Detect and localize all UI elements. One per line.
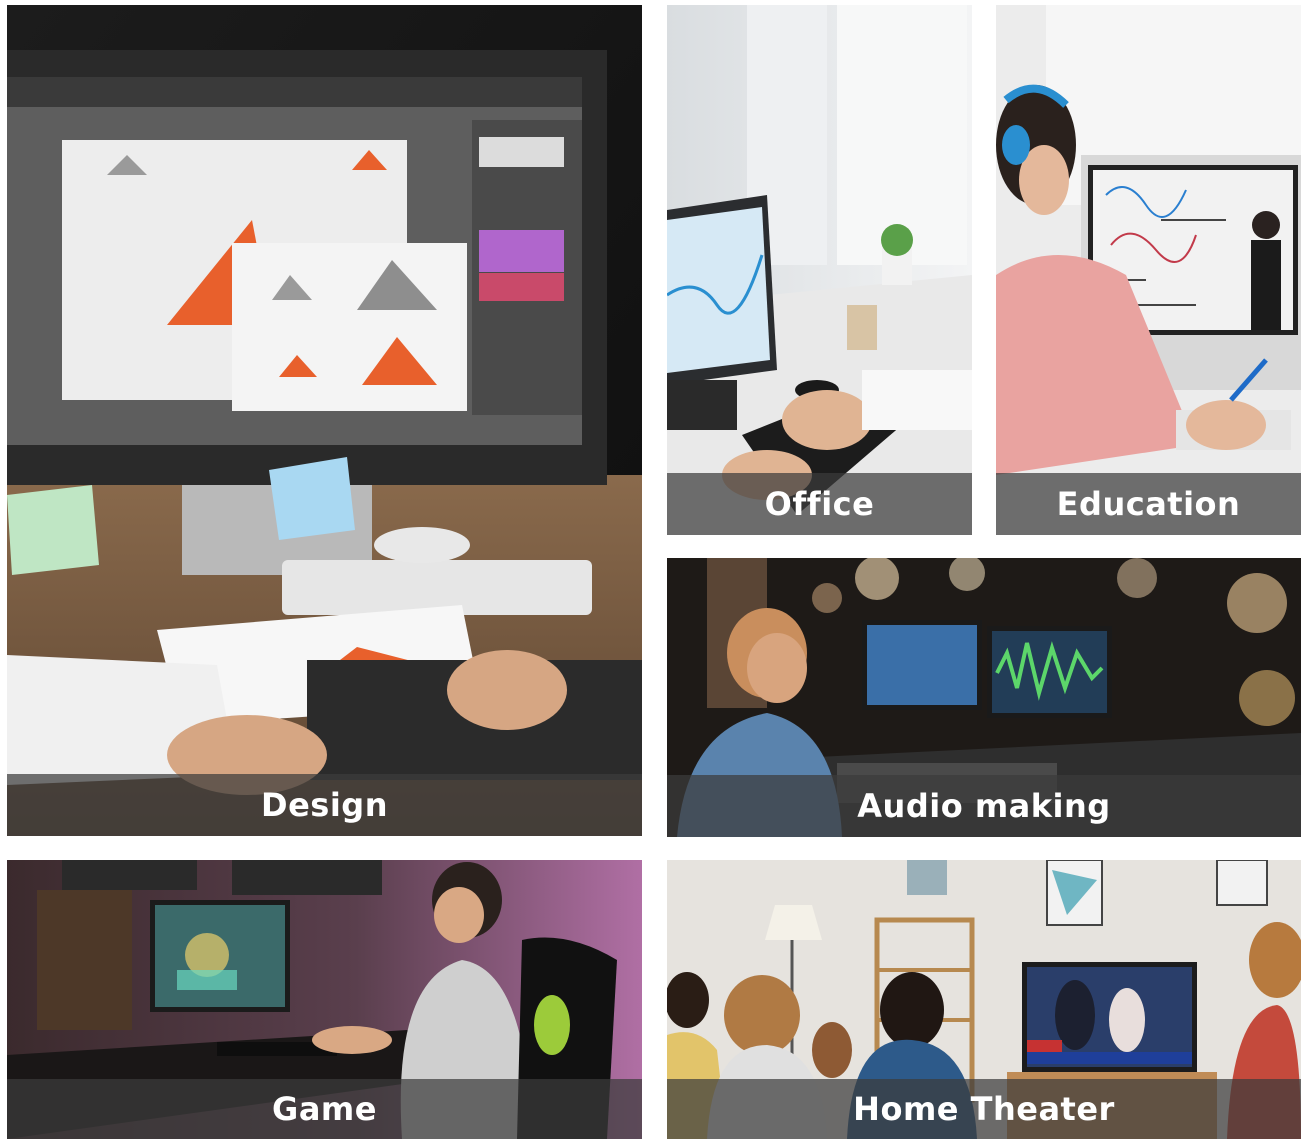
education-photo — [996, 5, 1301, 535]
caption-bar: Audio making — [667, 775, 1301, 837]
caption-bar: Game — [7, 1079, 642, 1139]
caption-bar: Home Theater — [667, 1079, 1301, 1139]
caption-design: Design — [261, 786, 388, 824]
tile-audio: Audio making — [667, 558, 1301, 837]
design-photo — [7, 5, 642, 836]
caption-office: Office — [764, 485, 875, 523]
office-photo — [667, 5, 972, 535]
caption-bar: Office — [667, 473, 972, 535]
caption-bar: Education — [996, 473, 1301, 535]
caption-game: Game — [272, 1090, 377, 1128]
tile-office: Office — [667, 5, 972, 535]
caption-audio: Audio making — [857, 787, 1111, 825]
tile-game: Game — [7, 860, 642, 1139]
caption-theater: Home Theater — [853, 1090, 1115, 1128]
tile-design: Design — [7, 5, 642, 836]
tile-education: Education — [996, 5, 1301, 535]
caption-bar: Design — [7, 774, 642, 836]
caption-education: Education — [1056, 485, 1241, 523]
tile-theater: Home Theater — [667, 860, 1301, 1139]
